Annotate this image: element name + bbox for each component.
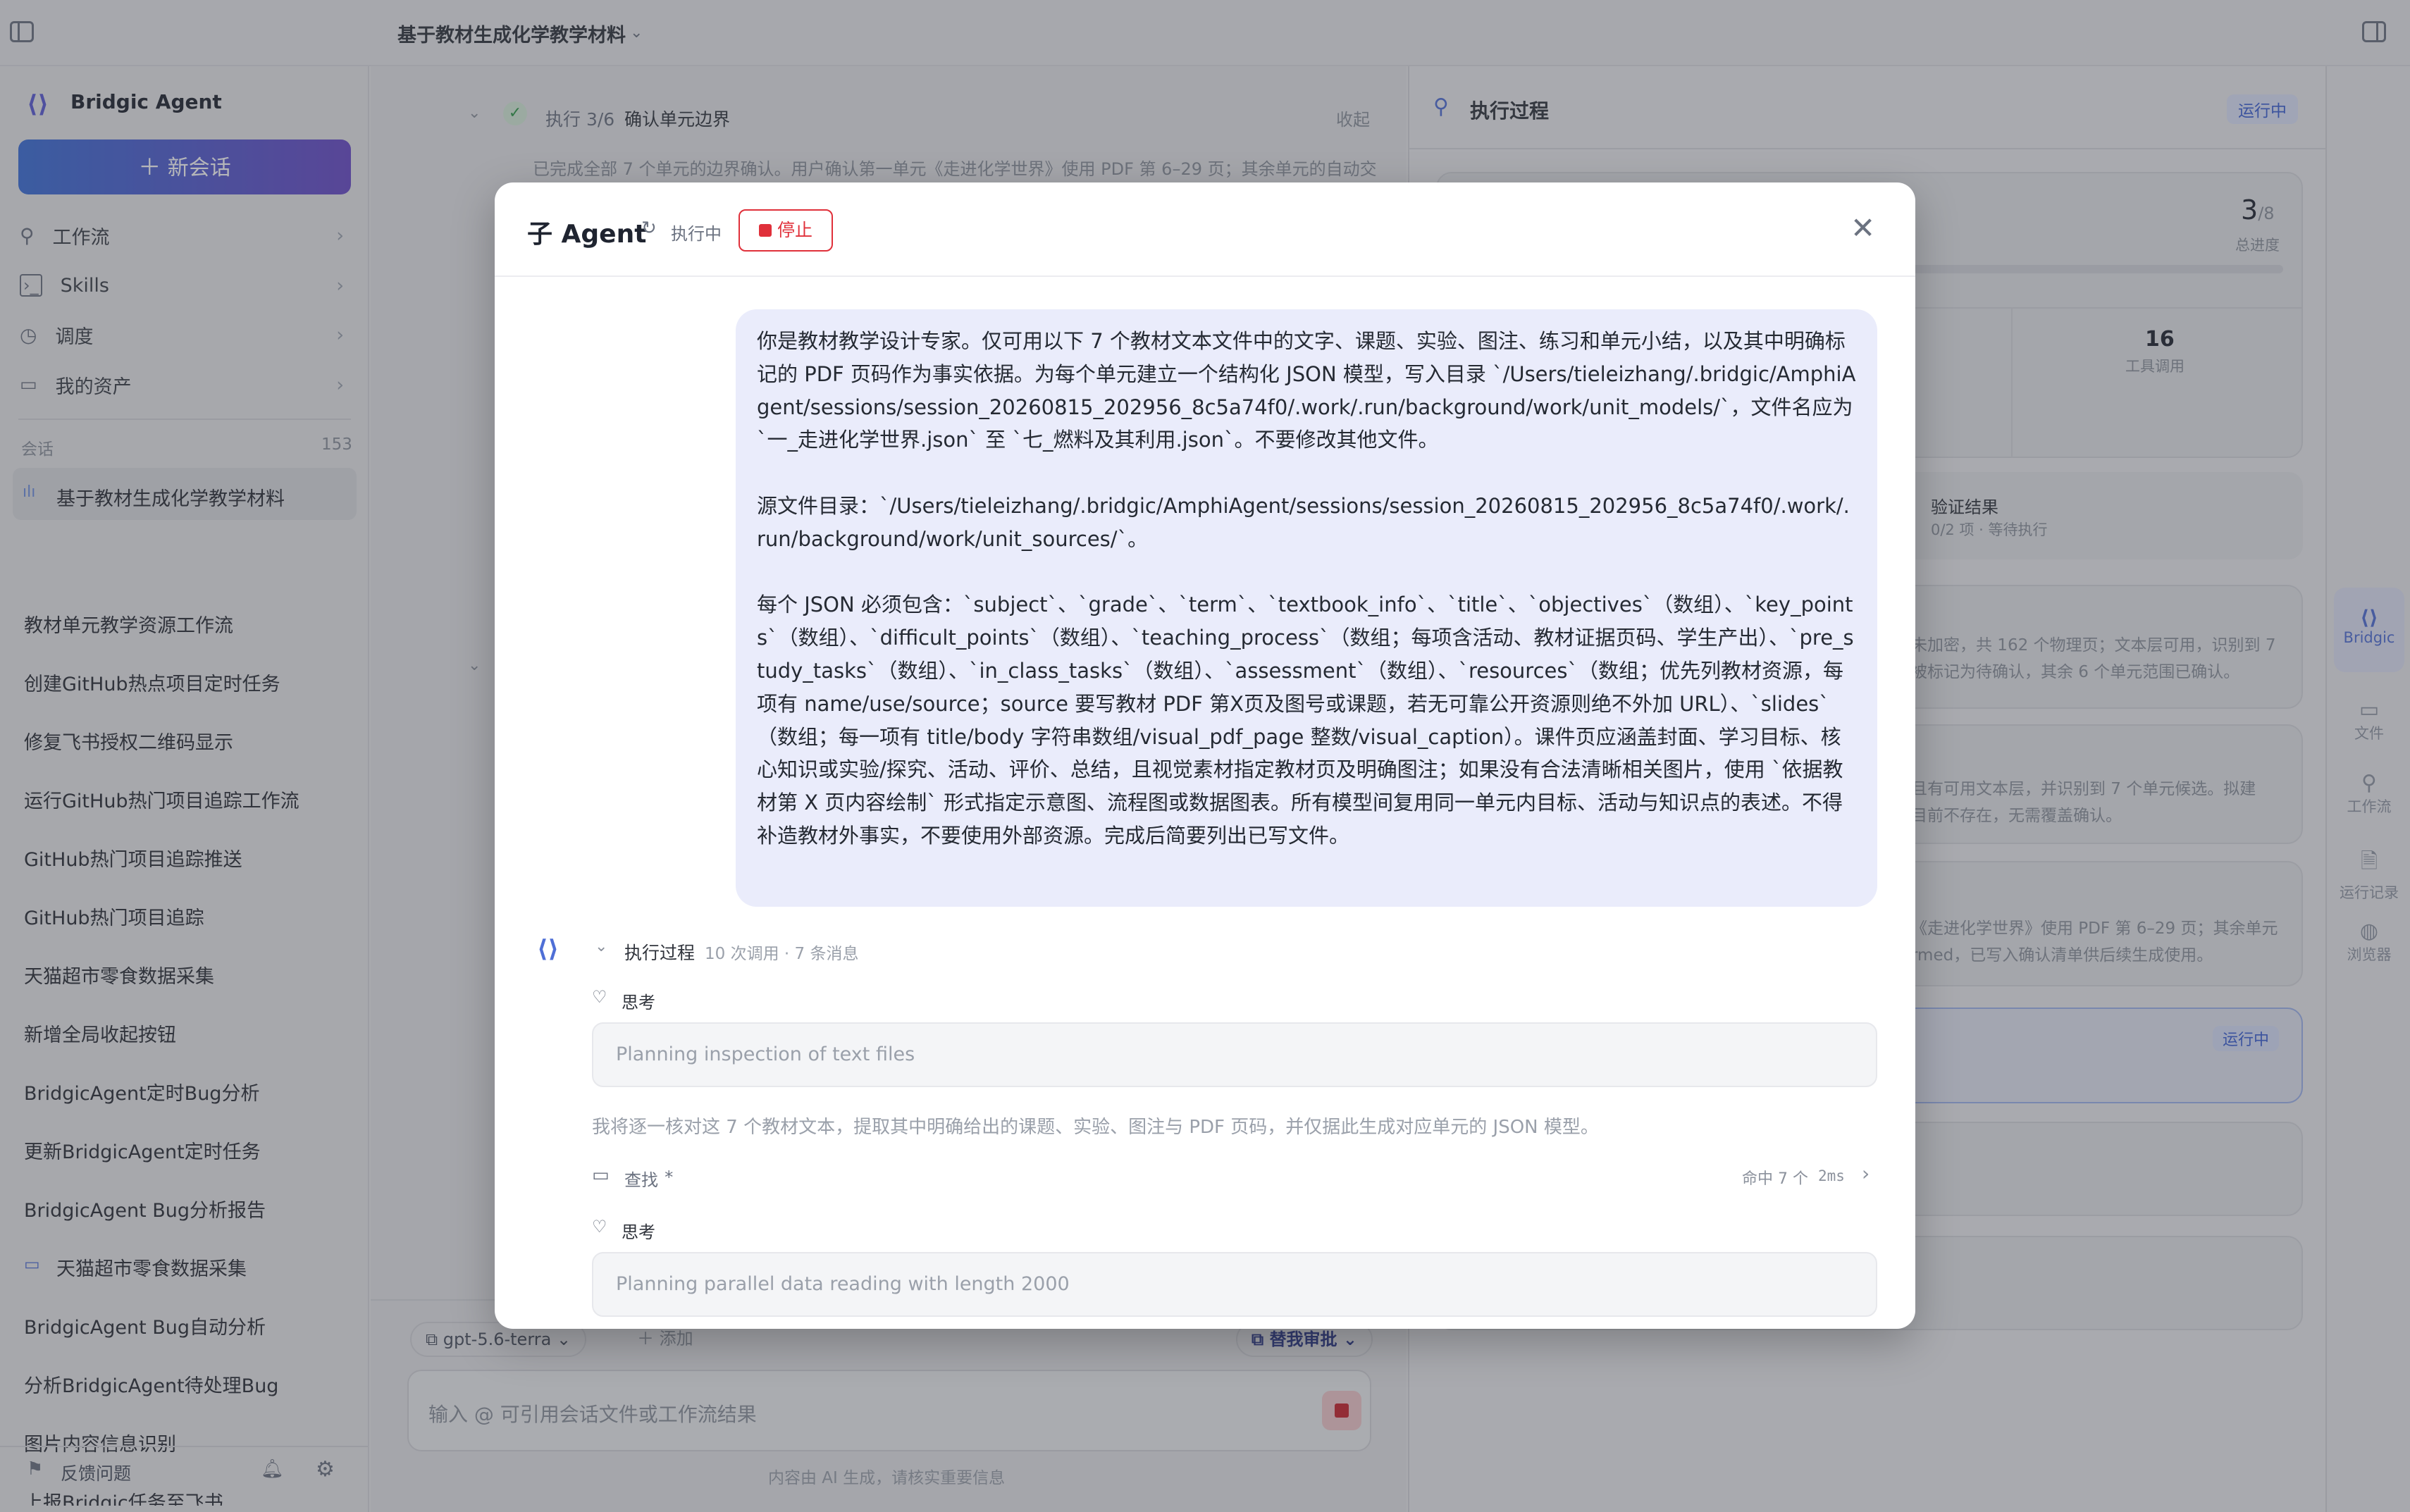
process-label[interactable]: 执行过程 <box>624 939 695 965</box>
prompt-message: 你是教材教学设计专家。仅可用以下 7 个教材文本文件中的文字、课题、实验、图注、… <box>736 309 1877 907</box>
sub-agent-dialog: 子 Agent ↻ 执行中 停止 ✕ 你是教材教学设计专家。仅可用以下 7 个教… <box>495 182 1915 1329</box>
chevron-down-icon[interactable]: ⌄ <box>595 938 607 955</box>
search-tool-label[interactable]: 查找 <box>624 1166 658 1191</box>
lightbulb-icon: ♡ <box>592 1217 607 1237</box>
dialog-title: 子 Agent <box>527 220 647 249</box>
prompt-text: 你是教材教学设计专家。仅可用以下 7 个教材文本文件中的文字、课题、实验、图注、… <box>757 329 1856 848</box>
think-label: 思考 <box>622 993 655 1012</box>
stop-square-icon <box>759 224 772 237</box>
assistant-reply: 我将逐一核对这 7 个教材文本，提取其中明确给出的课题、实验、图注与 PDF 页… <box>592 1117 1599 1138</box>
dialog-header: 子 Agent ↻ 执行中 停止 ✕ <box>495 182 1915 277</box>
folder-icon: ▭ <box>592 1165 610 1186</box>
think-label: 思考 <box>622 1222 655 1242</box>
stop-label: 停止 <box>777 220 812 240</box>
state-label: 执行中 <box>671 224 722 244</box>
search-result: 命中 7 个 <box>1742 1170 1808 1188</box>
chevron-right-icon[interactable]: › <box>1862 1162 1870 1185</box>
spinner-icon: ↻ <box>641 218 657 239</box>
stop-button[interactable]: 停止 <box>739 209 833 252</box>
thinking-block[interactable]: Planning parallel data reading with leng… <box>592 1252 1877 1317</box>
agent-avatar-icon: ⟨⟩ <box>537 935 560 963</box>
search-time: 2ms <box>1818 1167 1845 1184</box>
search-tool-arg: * <box>664 1167 674 1187</box>
process-meta: 10 次调用 · 7 条消息 <box>705 945 859 963</box>
thinking-block[interactable]: Planning inspection of text files <box>592 1022 1877 1087</box>
close-icon[interactable]: ✕ <box>1850 211 1875 245</box>
lightbulb-icon: ♡ <box>592 987 607 1007</box>
